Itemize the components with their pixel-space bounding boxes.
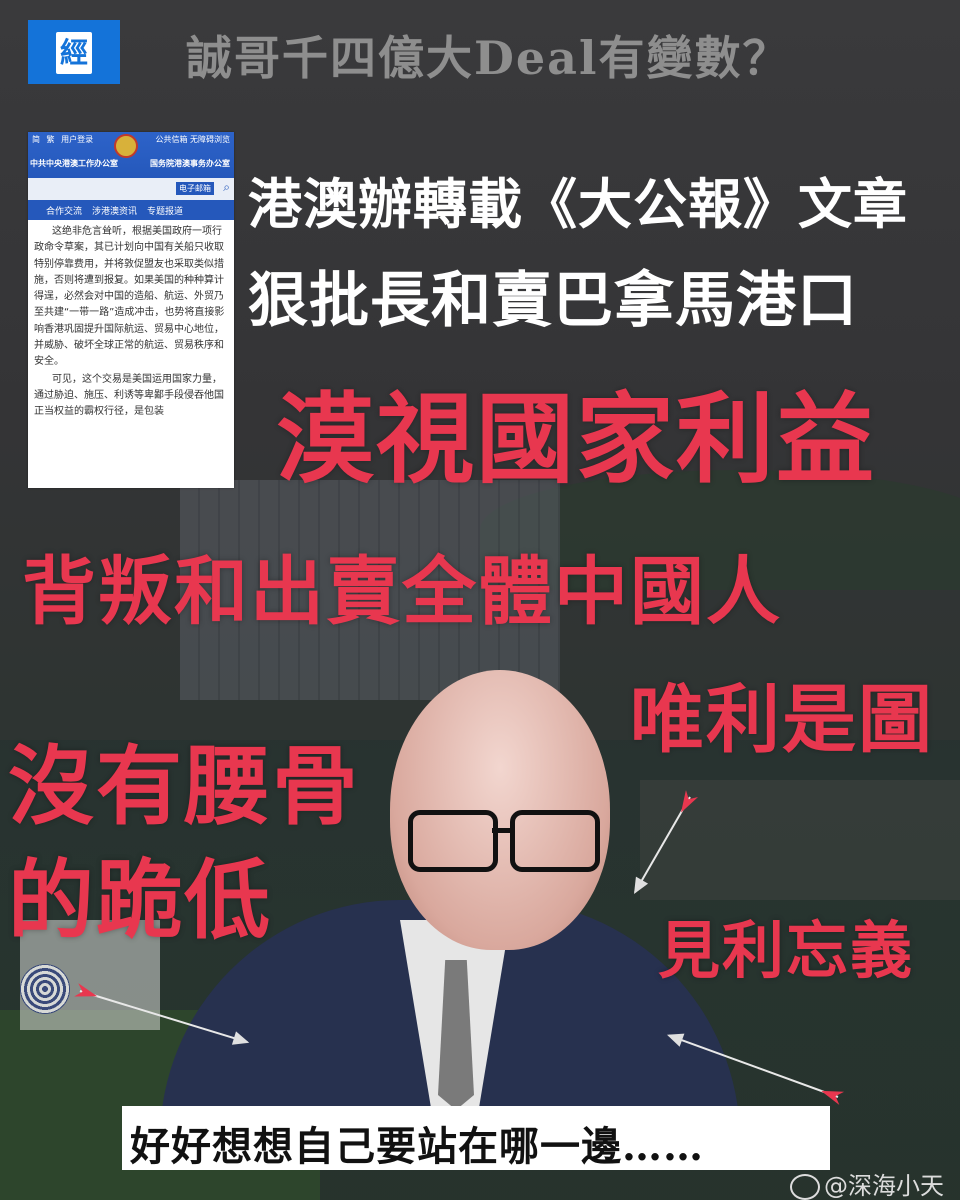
- red-phrase-5: 見利忘義: [658, 914, 915, 987]
- weibo-icon: [790, 1174, 820, 1200]
- red-phrase-1: 漠視國家利益: [276, 383, 877, 497]
- watermark: @深海小天: [790, 1166, 944, 1200]
- site-top-links: 简 繁 用户登录: [32, 134, 97, 145]
- site-top-links-right: 公共信箱 无障碍浏览: [155, 135, 230, 144]
- white-headline-1: 港澳辦轉載《大公報》文章: [248, 172, 908, 236]
- article-screenshot: 简 繁 用户登录 公共信箱 无障碍浏览 中共中央港澳工作办公室 国务院港澳事务办…: [28, 132, 234, 488]
- glasses-icon: [408, 810, 498, 872]
- red-phrase-4a: 沒有腰骨: [8, 737, 360, 837]
- headline: 誠哥千四億大Deal有變數？: [186, 31, 791, 85]
- office-name-right: 国务院港澳事务办公室: [150, 159, 230, 168]
- article-paragraph: 可见，这个交易是美国运用国家力量，通过胁迫、施压、利诱等卑鄙手段侵吞他国正当权益…: [34, 373, 224, 418]
- target-icon: [20, 964, 70, 1014]
- site-header: 简 繁 用户登录 公共信箱 无障碍浏览 中共中央港澳工作办公室 国务院港澳事务办…: [28, 132, 234, 178]
- site-nav: 合作交流 涉港澳资讯 专题报道: [28, 200, 234, 220]
- brand-logo: 經: [28, 20, 120, 84]
- caption-text: 好好想想自己要站在哪一邊……: [130, 1123, 704, 1170]
- red-phrase-4b: 的跪低: [8, 851, 272, 951]
- search-icon: ⌕: [223, 180, 230, 194]
- article-paragraph: 这绝非危言耸听，根据美国政府一项行政命令草案，其已计划向中国有关船只收取特别停靠…: [34, 226, 225, 368]
- site-search-bar: 电子邮箱 ⌕: [28, 178, 234, 200]
- poster: 經 誠哥千四億大Deal有變數？ 简 繁 用户登录 公共信箱 无障碍浏览 中共中…: [0, 0, 960, 1200]
- national-emblem-icon: [114, 134, 138, 158]
- office-name-left: 中共中央港澳工作办公室: [30, 159, 118, 168]
- logo-char: 經: [59, 36, 88, 69]
- link-login: 用户登录: [61, 135, 94, 144]
- article-body: 这绝非危言耸听，根据美国政府一项行政命令草案，其已计划向中国有关船只收取特别停靠…: [28, 220, 234, 421]
- link-traditional: 繁: [46, 135, 55, 144]
- nav-item: 涉港澳资讯: [92, 206, 138, 217]
- link-simplified: 简: [32, 135, 40, 144]
- email-label: 电子邮箱: [176, 182, 214, 195]
- nav-item: 合作交流: [46, 206, 83, 217]
- caption-box: 好好想想自己要站在哪一邊……: [122, 1106, 830, 1170]
- glasses-icon: [510, 810, 600, 872]
- red-phrase-2: 背叛和出賣全體中國人: [22, 549, 782, 635]
- glasses-bridge: [492, 828, 514, 833]
- watermark-text: @深海小天: [824, 1172, 944, 1200]
- white-headline-2: 狠批長和賣巴拿馬港口: [248, 266, 858, 336]
- nav-item: 专题报道: [147, 206, 184, 217]
